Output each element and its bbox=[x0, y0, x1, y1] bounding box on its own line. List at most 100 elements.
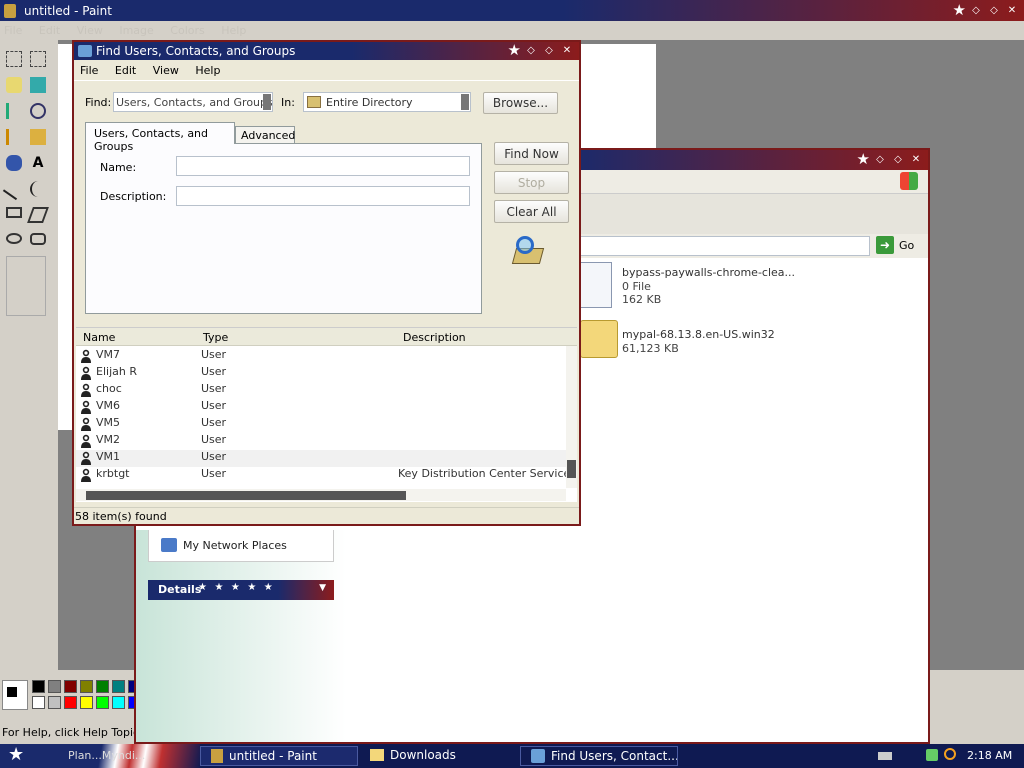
rounded-rect-icon[interactable] bbox=[30, 233, 46, 245]
search-icon[interactable] bbox=[944, 748, 956, 760]
tab-users-contacts-groups[interactable]: Users, Contacts, and Groups bbox=[85, 122, 235, 153]
minimize-star-icon[interactable]: ★ bbox=[953, 3, 966, 18]
palette-swatch[interactable] bbox=[32, 696, 45, 709]
palette-swatch[interactable] bbox=[80, 696, 93, 709]
explorer-maximize-icon[interactable]: ◇ bbox=[890, 152, 906, 166]
task-hidden[interactable]: Plan...Myndi... bbox=[48, 746, 198, 766]
result-name: VM6 bbox=[96, 399, 121, 412]
rect-select-icon[interactable] bbox=[30, 51, 46, 67]
col-name[interactable]: Name bbox=[83, 331, 115, 344]
result-row[interactable]: VM6 User bbox=[76, 399, 566, 416]
palette-swatch[interactable] bbox=[96, 680, 109, 693]
dialog-titlebar[interactable]: Find Users, Contacts, and Groups ★ ◇ ◇ ✕ bbox=[74, 42, 579, 60]
vertical-scrollbar[interactable] bbox=[566, 346, 577, 488]
menu-colors[interactable]: Colors bbox=[170, 24, 204, 37]
menu-edit[interactable]: Edit bbox=[39, 24, 60, 37]
current-colors[interactable] bbox=[2, 680, 28, 710]
line-icon[interactable] bbox=[2, 177, 26, 201]
brush-icon[interactable] bbox=[30, 129, 46, 145]
dialog-maximize-icon[interactable]: ◇ bbox=[541, 43, 557, 57]
menu-view[interactable]: View bbox=[77, 24, 103, 37]
dialog-menu-view[interactable]: View bbox=[153, 64, 179, 77]
clear-all-button[interactable]: Clear All bbox=[494, 200, 569, 223]
dialog-menu-edit[interactable]: Edit bbox=[115, 64, 136, 77]
airbrush-icon[interactable] bbox=[6, 155, 22, 171]
result-row[interactable]: VM5 User bbox=[76, 416, 566, 433]
description-input[interactable] bbox=[176, 186, 470, 206]
dialog-minimize-icon[interactable]: ◇ bbox=[523, 43, 539, 57]
keyboard-icon[interactable] bbox=[878, 752, 892, 760]
task-paint[interactable]: untitled - Paint bbox=[200, 746, 358, 766]
rectangle-icon[interactable] bbox=[6, 207, 22, 218]
file-item[interactable]: bypass-paywalls-chrome-clea... 0 File 16… bbox=[580, 262, 900, 312]
curve-icon[interactable] bbox=[30, 181, 46, 197]
menu-help[interactable]: Help bbox=[221, 24, 246, 37]
in-dropdown-icon bbox=[461, 94, 469, 110]
result-row[interactable]: VM1 User bbox=[76, 450, 566, 467]
dialog-star-icon[interactable]: ★ bbox=[508, 43, 521, 58]
free-select-icon[interactable] bbox=[6, 51, 22, 67]
palette-swatch[interactable] bbox=[96, 696, 109, 709]
palette-swatch[interactable] bbox=[32, 680, 45, 693]
network-places-link[interactable]: My Network Places bbox=[183, 539, 287, 552]
details-header[interactable]: Details ★ ★ ★ ★ ★ ▼ bbox=[148, 580, 334, 600]
result-row[interactable]: krbtgt User Key Distribution Center Servic… bbox=[76, 467, 577, 484]
results-list[interactable]: Name Type Description VM7 User Elijah R Use… bbox=[76, 327, 577, 502]
explorer-minimize-icon[interactable]: ◇ bbox=[872, 152, 888, 166]
pencil-icon[interactable] bbox=[6, 129, 22, 145]
stop-button[interactable]: Stop bbox=[494, 171, 569, 194]
color-picker-icon[interactable] bbox=[6, 103, 22, 119]
task-find-users[interactable]: Find Users, Contact... bbox=[520, 746, 678, 766]
dialog-menu-file[interactable]: File bbox=[80, 64, 98, 77]
dialog-close-icon[interactable]: ✕ bbox=[559, 43, 575, 57]
maximize-icon[interactable]: ◇ bbox=[986, 3, 1002, 17]
vertical-scroll-thumb[interactable] bbox=[567, 460, 576, 478]
user-icon bbox=[80, 400, 92, 414]
horizontal-scrollbar[interactable] bbox=[76, 489, 566, 501]
result-row[interactable]: choc User bbox=[76, 382, 566, 399]
folder-item[interactable]: mypal-68.13.8.en-US.win32 61,123 KB bbox=[580, 320, 900, 360]
eraser-icon[interactable] bbox=[6, 77, 22, 93]
result-row[interactable]: Elijah R User bbox=[76, 365, 566, 382]
palette-swatch[interactable] bbox=[64, 696, 77, 709]
task-downloads[interactable]: Downloads bbox=[362, 746, 516, 766]
palette-swatch[interactable] bbox=[112, 696, 125, 709]
dialog-menu-help[interactable]: Help bbox=[195, 64, 220, 77]
result-row[interactable]: VM7 User bbox=[76, 348, 566, 365]
browse-button[interactable]: Browse... bbox=[483, 92, 558, 114]
go-button[interactable]: ➜ Go bbox=[876, 236, 914, 254]
tool-options[interactable] bbox=[6, 256, 46, 316]
minimize-icon[interactable]: ◇ bbox=[968, 3, 984, 17]
name-input[interactable] bbox=[176, 156, 470, 176]
polygon-icon[interactable] bbox=[27, 207, 49, 223]
result-row[interactable]: VM2 User bbox=[76, 433, 566, 450]
col-description[interactable]: Description bbox=[403, 331, 466, 344]
find-select[interactable]: Users, Contacts, and Groups bbox=[113, 92, 273, 112]
col-type[interactable]: Type bbox=[203, 331, 228, 344]
horizontal-scroll-thumb[interactable] bbox=[86, 491, 406, 500]
search-magnifier-icon bbox=[511, 236, 545, 268]
menu-file[interactable]: File bbox=[4, 24, 22, 37]
find-dialog: Find Users, Contacts, and Groups ★ ◇ ◇ ✕… bbox=[72, 40, 581, 526]
palette-swatch[interactable] bbox=[64, 680, 77, 693]
name-label: Name: bbox=[100, 161, 137, 174]
magnifier-icon[interactable] bbox=[30, 103, 46, 119]
ellipse-icon[interactable] bbox=[6, 233, 22, 244]
network-icon[interactable] bbox=[926, 749, 938, 761]
go-arrow-icon: ➜ bbox=[876, 236, 894, 254]
paint-titlebar[interactable]: untitled - Paint ★ ◇ ◇ ✕ bbox=[0, 0, 1024, 21]
palette-swatch[interactable] bbox=[48, 680, 61, 693]
task-paint-icon bbox=[211, 749, 223, 763]
close-icon[interactable]: ✕ bbox=[1004, 3, 1020, 17]
fill-icon[interactable] bbox=[30, 77, 46, 93]
palette-swatch[interactable] bbox=[112, 680, 125, 693]
palette-swatch[interactable] bbox=[48, 696, 61, 709]
in-select[interactable]: Entire Directory bbox=[303, 92, 471, 112]
tab-advanced[interactable]: Advanced bbox=[235, 126, 295, 144]
explorer-close-icon[interactable]: ✕ bbox=[908, 152, 924, 166]
menu-image[interactable]: Image bbox=[119, 24, 153, 37]
explorer-star-icon[interactable]: ★ bbox=[857, 152, 870, 167]
palette-swatch[interactable] bbox=[80, 680, 93, 693]
text-icon[interactable]: A bbox=[30, 155, 46, 171]
find-now-button[interactable]: Find Now bbox=[494, 142, 569, 165]
